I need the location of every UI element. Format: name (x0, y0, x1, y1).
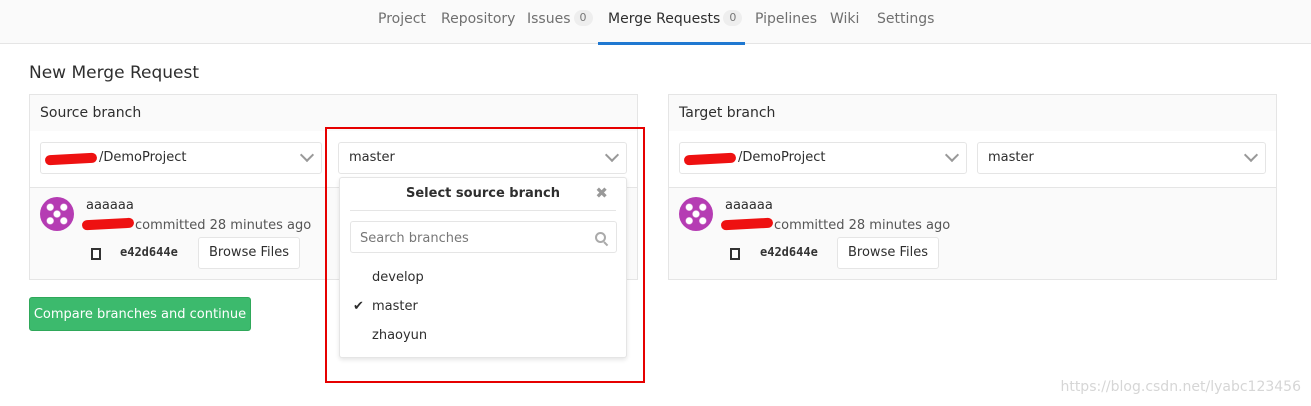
watermark: https://blog.csdn.net/lyabc123456 (1060, 379, 1301, 395)
tab-label: Repository (441, 11, 516, 27)
chevron-down-icon (1243, 147, 1259, 163)
commit-sha[interactable]: e42d644e (120, 245, 178, 259)
redaction-mark (44, 152, 98, 166)
redaction-mark (683, 152, 737, 166)
target-branch-select[interactable]: master (977, 142, 1266, 174)
merge-requests-count-badge: 0 (723, 10, 743, 26)
tab-label: Merge Requests (608, 11, 721, 27)
highlight-annotation (325, 127, 645, 383)
copy-icon[interactable] (726, 245, 740, 260)
tab-label: Settings (877, 11, 935, 27)
browse-files-button[interactable]: Browse Files (837, 237, 939, 269)
avatar (679, 197, 713, 231)
copy-icon[interactable] (87, 245, 101, 260)
tab-merge-requests[interactable]: Merge Requests 0 (608, 0, 743, 44)
commit-time: committed 28 minutes ago (774, 218, 951, 233)
chevron-down-icon (299, 147, 315, 163)
target-project-select[interactable]: /DemoProject (679, 142, 967, 174)
source-project-select[interactable]: /DemoProject (40, 142, 322, 174)
avatar (40, 197, 74, 231)
tab-label: Pipelines (755, 11, 818, 27)
tab-issues[interactable]: Issues 0 (527, 0, 593, 44)
commit-author: aaaaaa (725, 198, 773, 213)
target-project-value: /DemoProject (738, 150, 826, 165)
tab-wiki[interactable]: Wiki (830, 0, 859, 44)
tab-pipelines[interactable]: Pipelines (755, 0, 817, 44)
tab-project[interactable]: Project (378, 0, 426, 44)
tab-repository[interactable]: Repository (441, 0, 515, 44)
tab-label: Issues (527, 11, 571, 27)
tab-label: Wiki (830, 11, 860, 27)
active-tab-indicator (598, 42, 745, 45)
issues-count-badge: 0 (573, 10, 593, 26)
target-branch-header: Target branch (669, 95, 1276, 132)
target-branch-value: master (988, 150, 1034, 165)
page-title: New Merge Request (29, 63, 200, 83)
commit-time: committed 28 minutes ago (135, 218, 312, 233)
source-project-value: /DemoProject (99, 150, 187, 165)
tab-label: Project (378, 11, 426, 27)
browse-files-button[interactable]: Browse Files (198, 237, 300, 269)
chevron-down-icon (944, 147, 960, 163)
commit-author: aaaaaa (86, 198, 134, 213)
top-nav: Project Repository Issues 0 Merge Request… (0, 0, 1311, 45)
tab-settings[interactable]: Settings (877, 0, 934, 44)
compare-branches-button[interactable]: Compare branches and continue (29, 297, 251, 331)
commit-sha[interactable]: e42d644e (760, 245, 818, 259)
